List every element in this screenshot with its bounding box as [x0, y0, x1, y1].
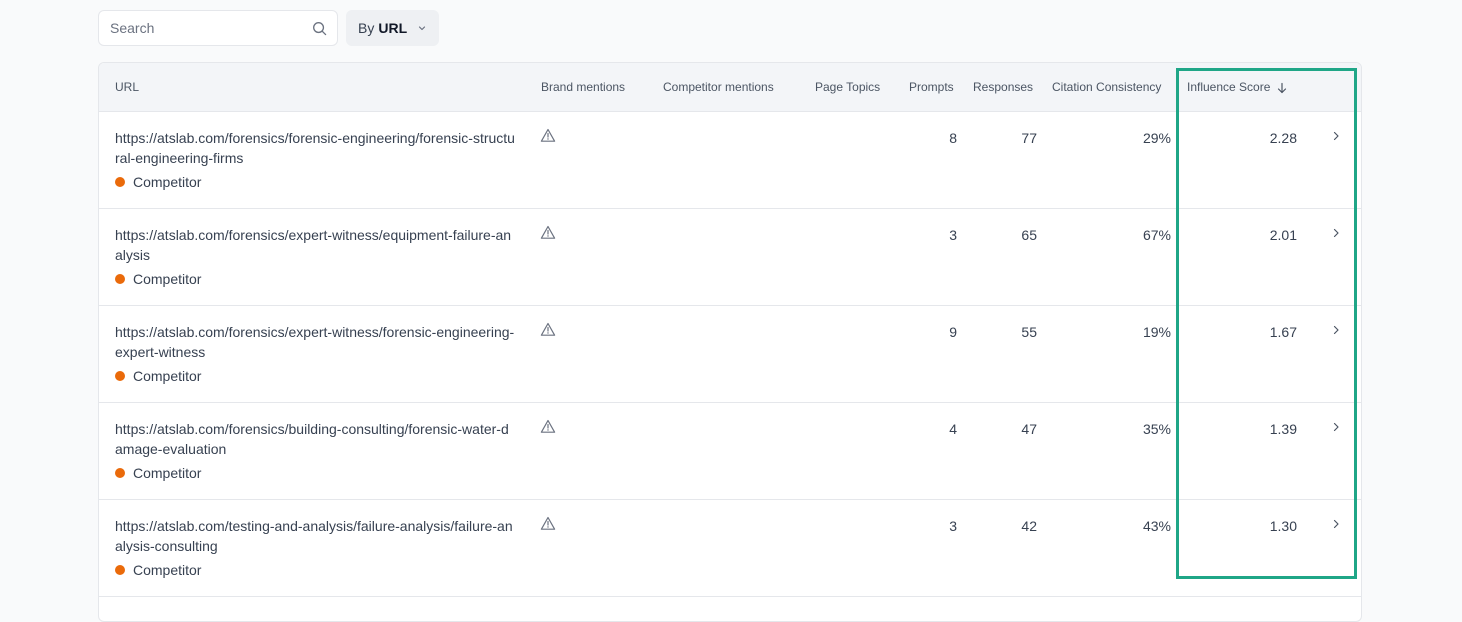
competitor-tag: Competitor: [115, 562, 201, 578]
warning-icon: [540, 225, 556, 243]
chevron-right-icon[interactable]: [1331, 517, 1341, 533]
tag-label: Competitor: [133, 562, 202, 578]
chevron-down-icon: [417, 23, 427, 33]
arrow-down-icon: [1276, 82, 1288, 94]
warning-icon: [540, 128, 556, 146]
chevron-right-icon[interactable]: [1331, 129, 1341, 145]
competitor-tag: Competitor: [115, 368, 201, 384]
group-by-value: URL: [378, 20, 408, 36]
influence-score-label: Influence Score: [1187, 80, 1271, 94]
url-table: URL Brand mentions Competitor mentions P…: [98, 62, 1362, 622]
chevron-right-icon[interactable]: [1331, 323, 1341, 339]
table-row[interactable]: https://atslab.com/forensics/building-co…: [99, 403, 1361, 500]
table-row[interactable]: https://atslab.com/forensics/expert-witn…: [99, 306, 1361, 403]
responses-cell: 65: [1021, 227, 1037, 243]
citation-consistency-cell: 29%: [1142, 130, 1171, 146]
group-by-select[interactable]: By URL: [346, 10, 440, 46]
column-header-influence-score[interactable]: Influence Score: [1187, 63, 1288, 112]
citation-consistency-cell: 35%: [1142, 421, 1171, 437]
url-cell[interactable]: https://atslab.com/forensics/expert-witn…: [115, 225, 515, 265]
search-box[interactable]: [98, 10, 338, 46]
warning-icon: [540, 516, 556, 534]
citation-consistency-cell: 19%: [1142, 324, 1171, 340]
tag-dot: [115, 565, 125, 575]
chevron-right-icon[interactable]: [1331, 420, 1341, 436]
responses-cell: 47: [1021, 421, 1037, 437]
column-header-citation-consistency[interactable]: Citation Consistency: [1052, 63, 1161, 112]
competitor-tag: Competitor: [115, 465, 201, 481]
citation-consistency-cell: 43%: [1142, 518, 1171, 534]
competitor-tag: Competitor: [115, 271, 201, 287]
url-cell[interactable]: https://atslab.com/forensics/expert-witn…: [115, 322, 515, 362]
competitor-tag: Competitor: [115, 174, 201, 190]
prompts-cell: 9: [949, 324, 957, 340]
responses-cell: 77: [1021, 130, 1037, 146]
url-cell[interactable]: https://atslab.com/forensics/forensic-en…: [115, 128, 515, 168]
tag-label: Competitor: [133, 465, 202, 481]
table-header: URL Brand mentions Competitor mentions P…: [99, 63, 1361, 112]
column-header-prompts[interactable]: Prompts: [909, 63, 954, 112]
prompts-cell: 3: [949, 227, 957, 243]
responses-cell: 55: [1021, 324, 1037, 340]
influence-score-cell: 2.01: [1269, 227, 1297, 243]
table-body: https://atslab.com/forensics/forensic-en…: [99, 112, 1361, 597]
tag-label: Competitor: [133, 368, 202, 384]
group-by-prefix: By: [358, 20, 375, 36]
tag-label: Competitor: [133, 174, 202, 190]
influence-score-cell: 1.39: [1269, 421, 1297, 437]
influence-score-cell: 2.28: [1269, 130, 1297, 146]
influence-score-cell: 1.67: [1269, 324, 1297, 340]
column-header-responses[interactable]: Responses: [973, 63, 1033, 112]
prompts-cell: 4: [949, 421, 957, 437]
warning-icon: [540, 419, 556, 437]
table-row[interactable]: https://atslab.com/forensics/forensic-en…: [99, 112, 1361, 209]
table-row[interactable]: https://atslab.com/testing-and-analysis/…: [99, 500, 1361, 597]
url-cell[interactable]: https://atslab.com/testing-and-analysis/…: [115, 516, 515, 556]
tag-dot: [115, 371, 125, 381]
toolbar: By URL: [98, 10, 440, 46]
prompts-cell: 8: [949, 130, 957, 146]
column-header-brand-mentions[interactable]: Brand mentions: [541, 63, 625, 112]
tag-dot: [115, 274, 125, 284]
influence-score-cell: 1.30: [1269, 518, 1297, 534]
responses-cell: 42: [1021, 518, 1037, 534]
search-input[interactable]: [110, 20, 311, 36]
tag-dot: [115, 177, 125, 187]
search-icon[interactable]: [311, 20, 327, 36]
table-row[interactable]: https://atslab.com/forensics/expert-witn…: [99, 209, 1361, 306]
chevron-right-icon[interactable]: [1331, 226, 1341, 242]
prompts-cell: 3: [949, 518, 957, 534]
column-header-page-topics[interactable]: Page Topics: [815, 63, 880, 112]
column-header-competitor-mentions[interactable]: Competitor mentions: [663, 63, 774, 112]
column-header-url[interactable]: URL: [115, 63, 139, 112]
warning-icon: [540, 322, 556, 340]
tag-dot: [115, 468, 125, 478]
tag-label: Competitor: [133, 271, 202, 287]
citation-consistency-cell: 67%: [1142, 227, 1171, 243]
url-cell[interactable]: https://atslab.com/forensics/building-co…: [115, 419, 515, 459]
